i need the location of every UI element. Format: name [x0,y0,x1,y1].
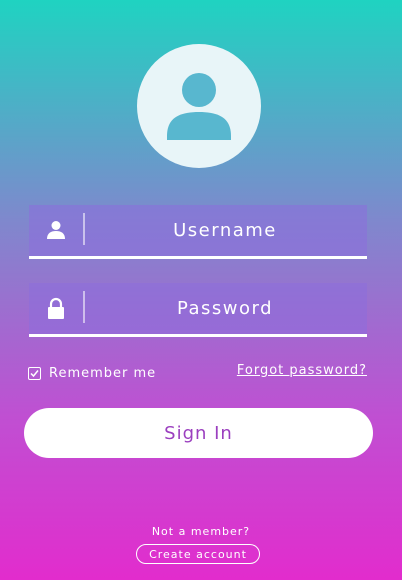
checkmark-icon [30,369,39,377]
field-separator [83,213,85,245]
user-icon [45,219,67,241]
not-member-text: Not a member? [151,525,251,538]
user-icon [167,73,231,140]
username-field[interactable] [29,205,367,259]
password-input[interactable] [89,283,361,334]
password-field[interactable] [29,283,367,337]
field-separator [83,291,85,323]
remember-checkbox[interactable] [28,366,41,380]
forgot-password-link[interactable]: Forgot password? [237,363,367,378]
lock-icon [45,297,67,319]
sign-in-button[interactable]: Sign In [24,408,373,458]
remember-me[interactable]: Remember me [28,364,156,382]
field-underline [29,256,367,259]
field-underline [29,334,367,337]
avatar [137,44,261,168]
create-account-button[interactable]: Create account [136,544,260,564]
remember-label: Remember me [49,365,157,381]
username-input[interactable] [89,205,361,256]
